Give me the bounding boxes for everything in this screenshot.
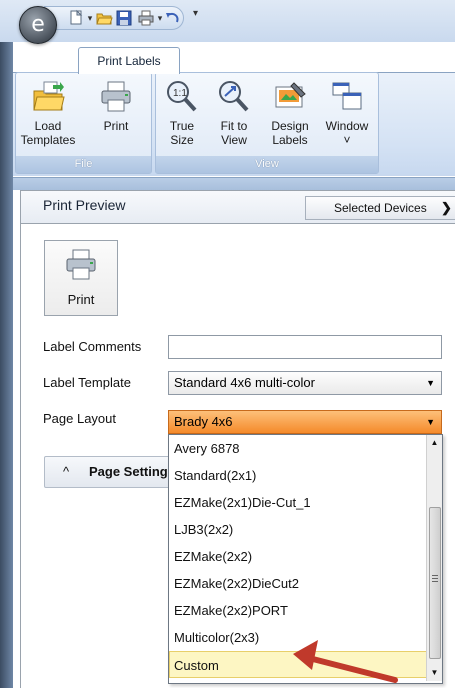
- label-comments-label: Label Comments: [43, 339, 142, 354]
- page-layout-label: Page Layout: [43, 411, 117, 426]
- option-label: EZMake(2x2): [174, 549, 253, 564]
- page-settings-label: Page Setting: [89, 464, 168, 479]
- application-menu-button[interactable]: e: [19, 6, 57, 44]
- selected-devices-label: Selected Devices: [334, 201, 427, 215]
- list-item[interactable]: Standard(2x1): [169, 462, 427, 489]
- window-label: Window ˅: [325, 119, 369, 147]
- fit-to-view-label: Fit to View: [220, 119, 248, 147]
- option-label: Standard(2x1): [174, 468, 257, 483]
- ribbon-group-file: Load Templates Print File: [15, 72, 152, 174]
- chevron-right-icon: ❯: [441, 200, 452, 215]
- save-icon[interactable]: [115, 9, 133, 27]
- label-template-select[interactable]: Standard 4x6 multi-color ▼: [168, 371, 442, 395]
- page-settings-expander[interactable]: ^ Page Setting: [44, 456, 176, 488]
- ribbon-bottom-band: [13, 177, 455, 190]
- list-item[interactable]: Multicolor(2x3): [169, 624, 427, 651]
- magnifier-icon: 1:1: [167, 81, 197, 112]
- window-icon: [332, 82, 362, 110]
- option-label: EZMake(2x2)PORT: [174, 603, 288, 618]
- print-button-label: Print: [67, 292, 95, 307]
- quick-access-toolbar: ▾ ▾: [44, 6, 184, 30]
- magnifier-fit-icon: [219, 81, 249, 112]
- page-layout-value: Brady 4x6: [174, 414, 233, 429]
- list-item[interactable]: EZMake(2x2)PORT: [169, 597, 427, 624]
- quick-print-icon[interactable]: [137, 9, 155, 27]
- scroll-down-icon[interactable]: ▼: [427, 665, 442, 681]
- true-size-button[interactable]: 1:1 True Size: [158, 79, 206, 147]
- chevron-up-icon: ^: [63, 464, 70, 479]
- print-ribbon-label: Print: [103, 119, 129, 133]
- label-template-label: Label Template: [43, 375, 131, 390]
- ribbon-group-view: 1:1 True Size Fit to View Design Labels: [155, 72, 379, 174]
- svg-text:1:1: 1:1: [173, 88, 187, 99]
- chevron-down-icon: ▼: [426, 378, 435, 388]
- list-item[interactable]: LJB3(2x2): [169, 516, 427, 543]
- scrollbar-thumb[interactable]: [429, 507, 441, 659]
- printer-icon: [101, 81, 131, 112]
- option-label: Custom: [174, 658, 219, 673]
- dropdown-scrollbar[interactable]: ▲ ▼: [426, 435, 442, 681]
- chevron-down-icon: ▼: [426, 417, 435, 427]
- list-item[interactable]: EZMake(2x1)Die-Cut_1: [169, 489, 427, 516]
- option-label: LJB3(2x2): [174, 522, 234, 537]
- new-document-icon[interactable]: [67, 9, 85, 27]
- true-size-label: True Size: [169, 119, 195, 147]
- application-window: ▾ ▾ e ▾ Print Labels Load Templates Prin…: [0, 0, 455, 688]
- customize-qat-icon[interactable]: ▾: [193, 8, 198, 19]
- app-logo-icon: e: [31, 12, 45, 37]
- panel-title: Print Preview: [43, 197, 126, 213]
- file-group-label: File: [16, 156, 151, 173]
- list-item[interactable]: EZMake(2x2)DieCut2: [169, 570, 427, 597]
- design-labels-button[interactable]: Design Labels: [264, 79, 316, 147]
- option-label: Avery 6878: [174, 441, 240, 456]
- qat-dropdown-icon[interactable]: ▾: [85, 9, 95, 27]
- option-label: EZMake(2x1)Die-Cut_1: [174, 495, 311, 510]
- selected-devices-button[interactable]: Selected Devices ❯: [305, 196, 455, 220]
- grip-icon: [432, 578, 438, 579]
- page-layout-select[interactable]: Brady 4x6 ▼: [168, 410, 442, 434]
- print-ribbon-button[interactable]: Print: [90, 79, 142, 145]
- list-item[interactable]: Avery 6878: [169, 435, 427, 462]
- undo-icon[interactable]: [163, 9, 181, 27]
- printer-icon: [66, 249, 96, 280]
- option-label: EZMake(2x2)DieCut2: [174, 576, 299, 591]
- scroll-up-icon[interactable]: ▲: [427, 435, 442, 451]
- page-layout-dropdown-list: Avery 6878 Standard(2x1) EZMake(2x1)Die-…: [168, 434, 443, 684]
- list-item[interactable]: EZMake(2x2): [169, 543, 427, 570]
- design-labels-label: Design Labels: [271, 119, 309, 147]
- list-item-custom[interactable]: Custom: [169, 651, 427, 678]
- design-labels-icon: [275, 82, 306, 108]
- folder-icon: [33, 81, 65, 111]
- option-label: Multicolor(2x3): [174, 630, 260, 645]
- view-group-label: View: [156, 156, 378, 173]
- load-templates-button[interactable]: Load Templates: [20, 79, 76, 147]
- label-template-value: Standard 4x6 multi-color: [174, 375, 315, 390]
- print-button[interactable]: Print: [44, 240, 118, 316]
- window-button[interactable]: Window ˅: [320, 79, 374, 147]
- label-comments-input[interactable]: [168, 335, 442, 359]
- tab-print-labels[interactable]: Print Labels: [78, 47, 180, 74]
- left-frame-strip: [0, 42, 13, 688]
- fit-to-view-button[interactable]: Fit to View: [210, 79, 258, 147]
- open-folder-icon[interactable]: [95, 9, 113, 27]
- load-templates-label: Load Templates: [20, 119, 76, 147]
